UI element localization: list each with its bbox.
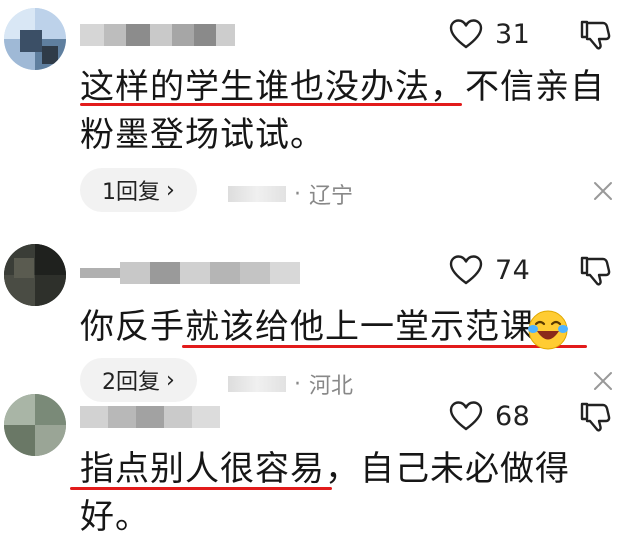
comment-3: 68 指点别人很容易，自己未必做得 好。 (0, 390, 640, 547)
username-blurred[interactable] (80, 260, 300, 286)
heart-icon (449, 254, 483, 286)
chevron-right-icon: › (166, 367, 175, 393)
blurred-username-image (80, 24, 235, 46)
username-blurred[interactable] (80, 22, 235, 48)
username-blurred[interactable] (80, 404, 220, 430)
meta-dot: · (294, 181, 301, 207)
chevron-right-icon: › (166, 177, 175, 203)
comment-2: 74 你反手就该给他上一堂示范课 2回复 › · 河北 (0, 232, 640, 402)
thumbs-down-icon (578, 402, 612, 438)
heart-icon (449, 18, 483, 50)
laughing-crying-emoji-icon (526, 308, 570, 356)
comment-meta: · 辽宁 (228, 178, 353, 210)
like-count: 74 (495, 254, 531, 286)
close-icon (592, 182, 614, 206)
avatar-image (4, 244, 66, 306)
location-label: 辽宁 (309, 184, 354, 209)
heart-icon (449, 400, 483, 432)
comment-1: 31 这样的学生谁也没办法，不信亲自 粉墨登场试试。 1回复 › · 辽宁 (0, 0, 640, 230)
avatar[interactable] (4, 244, 66, 306)
highlight-underline (80, 103, 462, 106)
dislike-button[interactable] (578, 254, 612, 292)
thumbs-down-icon (578, 20, 612, 56)
dislike-button[interactable] (578, 18, 612, 56)
comment-text-line-2: 好。 (80, 497, 150, 537)
like-count: 31 (495, 18, 531, 50)
dislike-button[interactable] (578, 400, 612, 438)
blurred-username-image (80, 262, 300, 284)
dismiss-button[interactable] (592, 180, 614, 206)
like-count: 68 (495, 400, 531, 432)
avatar-image (4, 8, 66, 70)
reply-count-label: 1回复 (102, 180, 160, 205)
avatar-image (4, 394, 66, 456)
like-button[interactable]: 74 (449, 250, 530, 290)
thumbs-down-icon (578, 256, 612, 292)
blurred-time (228, 186, 286, 202)
like-button[interactable]: 68 (449, 396, 530, 436)
reply-count-button[interactable]: 1回复 › (80, 168, 197, 212)
like-button[interactable]: 31 (449, 14, 530, 54)
blurred-username-image (80, 406, 220, 428)
avatar[interactable] (4, 394, 66, 456)
avatar[interactable] (4, 8, 66, 70)
comment-text-line-2: 粉墨登场试试。 (80, 115, 325, 155)
